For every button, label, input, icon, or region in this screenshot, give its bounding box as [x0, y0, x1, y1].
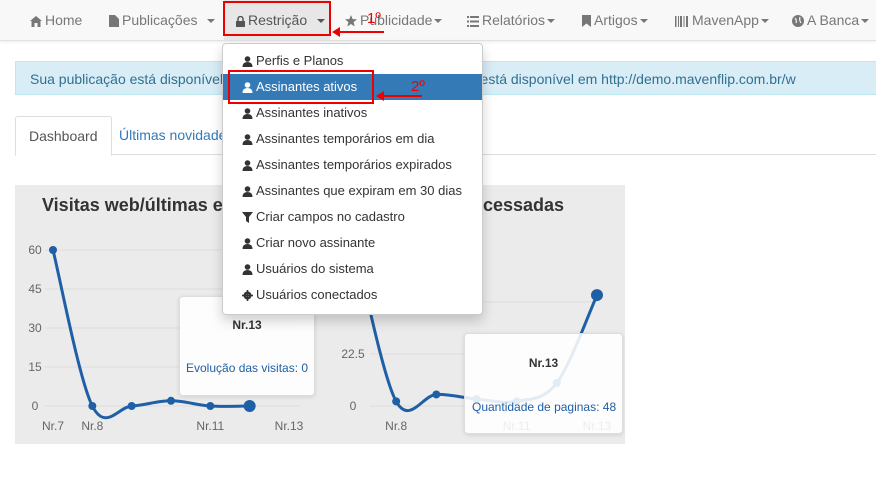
y-tick-label: 0: [32, 399, 39, 413]
user-icon: [242, 134, 253, 146]
tab-dashboard[interactable]: Dashboard: [15, 116, 112, 156]
menu-item-assinantes-tempor-rios-expirados[interactable]: Assinantes temporários expirados: [223, 152, 482, 178]
list-icon: [467, 15, 479, 27]
tooltip-title: Nr.13: [528, 356, 559, 370]
y-tick-label: 60: [28, 243, 42, 257]
data-point[interactable]: [88, 402, 97, 410]
user-icon: [242, 238, 253, 250]
annotation-box-2: [228, 70, 374, 104]
menu-item-usu-rios-conectados[interactable]: Usuários conectados: [223, 282, 482, 308]
nav-publicacoes-label: Publicações: [122, 12, 198, 28]
chevron-down-icon: [861, 19, 870, 24]
x-tick-label: Nr.11: [196, 419, 224, 433]
data-point[interactable]: [243, 400, 256, 412]
x-tick-label: Nr.7: [42, 419, 64, 433]
nav-home[interactable]: Home: [30, 0, 82, 40]
menu-item-usu-rios-do-sistema[interactable]: Usuários do sistema: [223, 256, 482, 282]
data-point[interactable]: [127, 402, 136, 410]
file-icon: [109, 15, 119, 28]
data-point[interactable]: [167, 396, 175, 405]
data-point[interactable]: [591, 289, 603, 302]
nav-abanca-label: A Banca: [807, 12, 860, 28]
x-tick-label: Nr.8: [81, 419, 103, 433]
nav-mavenapp-label: MavenApp: [692, 12, 759, 28]
menu-item-label: Perfis e Planos: [256, 53, 344, 68]
nav-abanca[interactable]: A Banca: [792, 0, 870, 40]
annotation-box-1: [223, 1, 331, 36]
nav-artigos-label: Artigos: [594, 12, 638, 28]
y-tick-label: 22.5: [341, 347, 365, 361]
menu-item-label: Usuários do sistema: [256, 261, 374, 276]
menu-item-label: Usuários conectados: [256, 287, 378, 302]
data-point[interactable]: [49, 246, 57, 254]
tooltip-title: Nr.13: [232, 318, 262, 332]
user-icon: [242, 108, 253, 120]
data-point[interactable]: [206, 402, 215, 410]
menu-item-assinantes-que-expiram-em-30-dias[interactable]: Assinantes que expiram em 30 dias: [223, 178, 482, 204]
menu-item-label: Assinantes temporários expirados: [256, 157, 452, 172]
chevron-down-icon: [207, 19, 216, 24]
home-icon: [30, 15, 42, 27]
nav-artigos[interactable]: Artigos: [582, 0, 648, 40]
chart-title-paginas: cessadas: [483, 195, 565, 215]
menu-item-label: Assinantes que expiram em 30 dias: [256, 183, 462, 198]
x-tick-label: Nr.13: [275, 419, 304, 433]
chart-title-visitas: Visitas web/últimas ed: [42, 195, 234, 215]
user-icon: [242, 56, 253, 68]
nav-relatorios-label: Relatórios: [482, 12, 546, 28]
y-tick-label: 0: [350, 399, 357, 413]
alert-text-1: Sua publicação está disponível em: [30, 71, 247, 87]
user-icon: [242, 186, 253, 198]
data-point[interactable]: [392, 397, 401, 406]
chevron-down-icon: [760, 19, 769, 24]
top-navbar: Home Publicações Restrição Publicidade R…: [0, 0, 876, 41]
menu-item-label: Assinantes temporários em dia: [256, 131, 435, 146]
chevron-down-icon: [639, 19, 648, 24]
data-point[interactable]: [432, 390, 441, 399]
menu-item-label: Assinantes inativos: [256, 105, 368, 120]
filter-icon: [242, 212, 253, 224]
menu-item-label: Criar campos no cadastro: [256, 209, 405, 224]
user-icon: [242, 160, 253, 172]
tooltip-label: Evolução das visitas: 0: [186, 361, 309, 375]
nav-mavenapp[interactable]: MavenApp: [675, 0, 769, 40]
menu-item-criar-novo-assinante[interactable]: Criar novo assinante: [223, 230, 482, 256]
y-tick-label: 15: [28, 360, 42, 374]
bookmark-icon: [582, 15, 591, 28]
menu-item-criar-campos-no-cadastro[interactable]: Criar campos no cadastro: [223, 204, 482, 230]
globe-icon: [792, 15, 804, 28]
tooltip-label: Quantidade de paginas: 48: [472, 400, 617, 414]
y-tick-label: 45: [28, 282, 42, 296]
menu-item-label: Criar novo assinante: [256, 235, 376, 250]
chevron-down-icon: [434, 19, 443, 24]
x-tick-label: Nr.8: [385, 419, 407, 433]
gear-icon: [242, 290, 253, 302]
nav-relatorios[interactable]: Relatórios: [467, 0, 556, 40]
chart-tooltip-paginas: Nr.13 Quantidade de paginas: 48: [464, 333, 623, 434]
nav-home-label: Home: [45, 12, 83, 28]
nav-publicacoes[interactable]: Publicações: [109, 0, 216, 40]
y-tick-label: 30: [28, 321, 42, 335]
user-icon: [242, 264, 253, 276]
barcode-icon: [675, 15, 688, 27]
alert-url-link[interactable]: http://demo.mavenflip.com.br/w: [601, 71, 796, 87]
annotation-arrow-1: [332, 27, 384, 37]
chevron-down-icon: [547, 19, 556, 24]
menu-item-assinantes-tempor-rios-em-dia[interactable]: Assinantes temporários em dia: [223, 126, 482, 152]
annotation-arrow-2: [376, 91, 422, 101]
